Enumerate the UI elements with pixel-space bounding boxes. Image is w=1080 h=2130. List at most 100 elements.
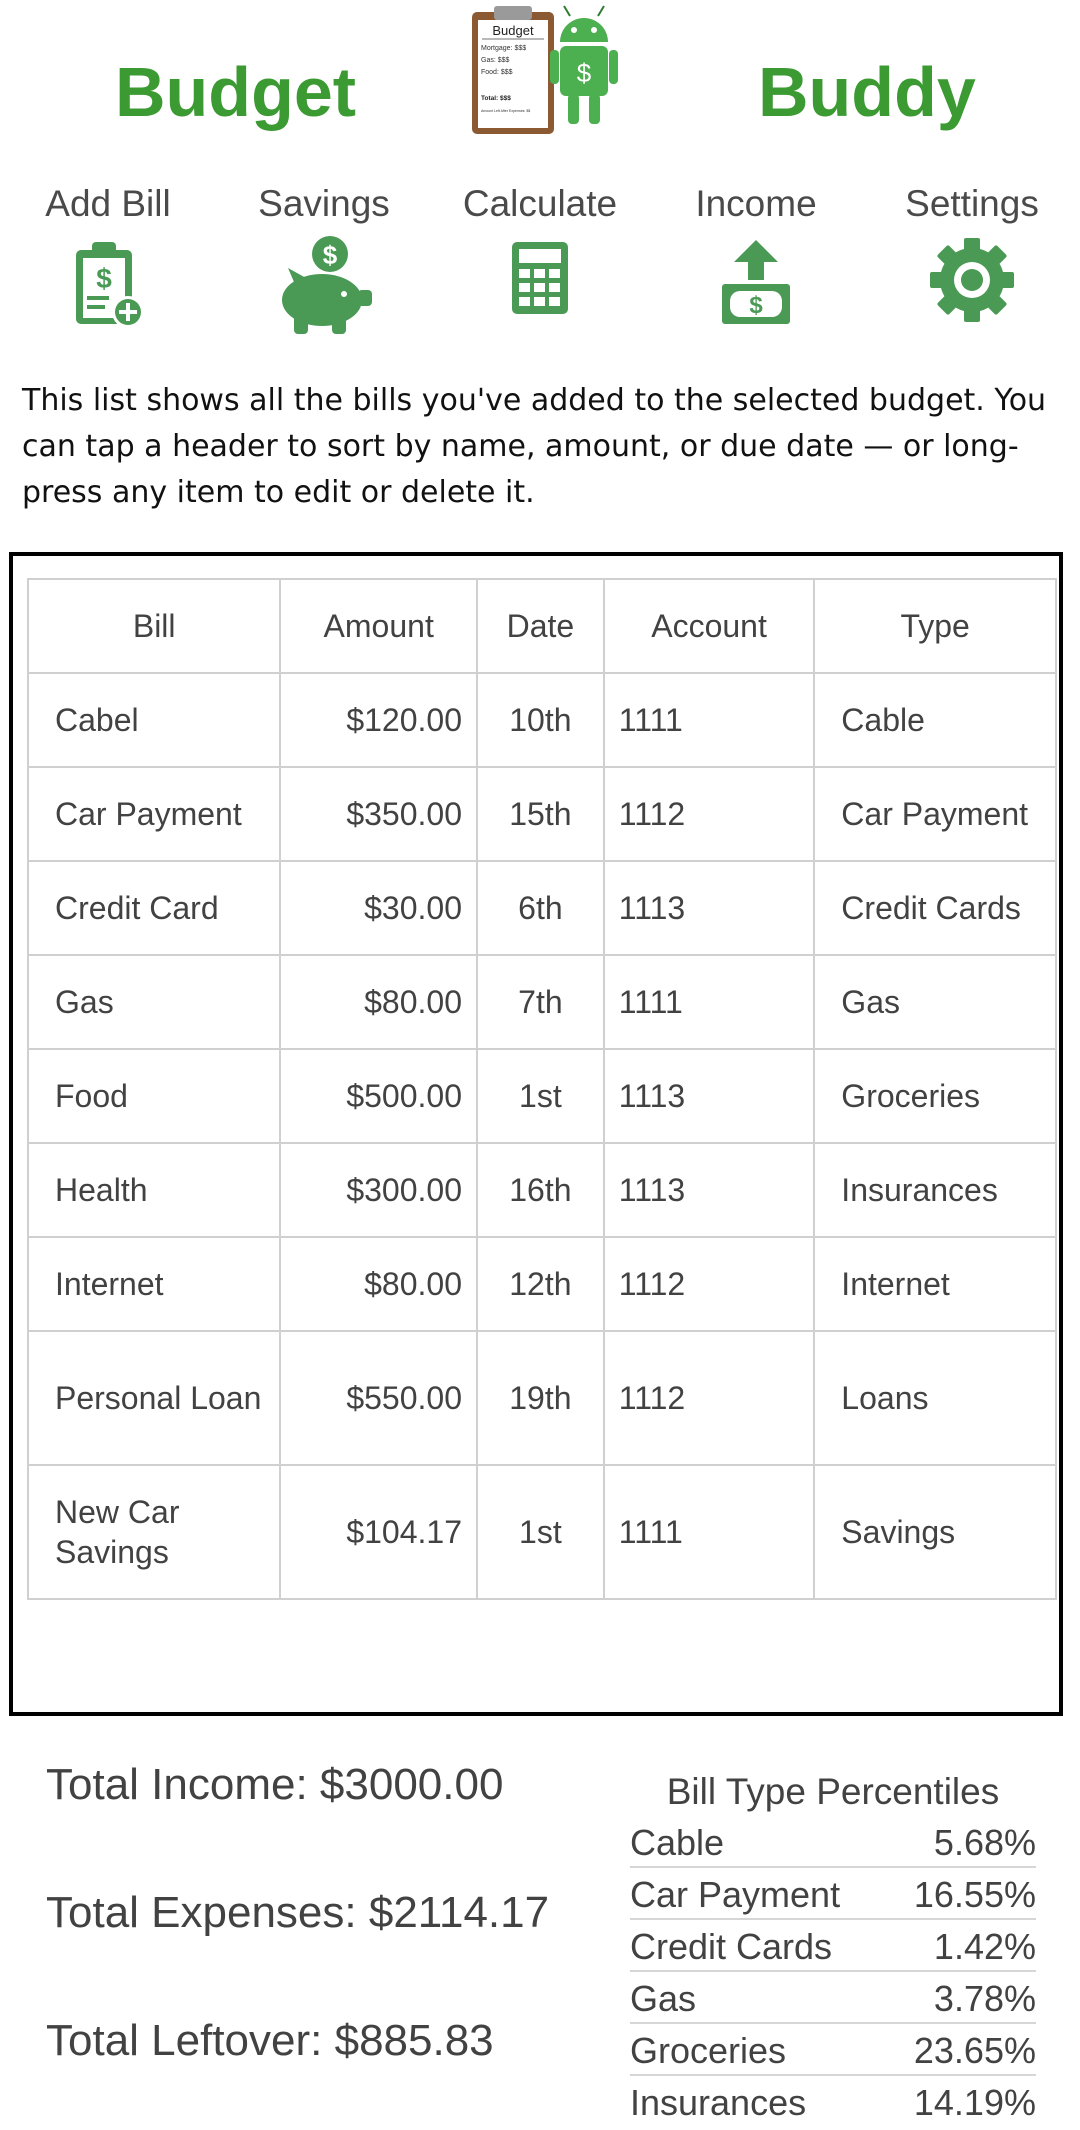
nav-calculate-label: Calculate xyxy=(462,183,618,224)
table-row[interactable]: Internet $80.00 12th 1112 Internet xyxy=(26,1236,1057,1332)
calculator-icon xyxy=(512,242,568,314)
income-icon: $ xyxy=(722,240,790,324)
percentile-value: 3.78% xyxy=(933,1978,1036,2019)
table-row[interactable]: Personal Loan $550.00 19th 1112 Loans xyxy=(26,1330,1057,1466)
cell-bill: Personal Loan xyxy=(26,1330,282,1466)
percentile-row: Car Payment 16.55% xyxy=(630,1868,1036,1920)
table-row[interactable]: Health $300.00 16th 1113 Insurances xyxy=(26,1142,1057,1238)
cell-date: 10th xyxy=(476,672,605,768)
cell-account: 1113 xyxy=(602,860,816,956)
percentile-type: Credit Cards xyxy=(630,1926,833,1967)
percentile-value: 23.65% xyxy=(913,2030,1036,2071)
percentile-value: 1.42% xyxy=(933,1926,1036,1967)
svg-text:$: $ xyxy=(749,292,763,319)
logo-total: Total: $$$ xyxy=(481,95,511,102)
cell-account: 1113 xyxy=(602,1142,816,1238)
cell-bill: Gas xyxy=(26,954,282,1050)
cell-account: 1111 xyxy=(602,1464,816,1600)
percentile-row: Gas 3.78% xyxy=(630,1972,1036,2024)
percentile-type: Insurances xyxy=(630,2082,807,2123)
percentile-type: Groceries xyxy=(630,2030,787,2071)
bills-table: Bill Amount Date Account Type Cabel $120… xyxy=(26,578,1057,1600)
cell-bill: New Car Savings xyxy=(26,1464,282,1600)
logo-line-1: Mortgage: $$$ xyxy=(481,45,526,52)
logo-line-2: Gas: $$$ xyxy=(481,57,510,64)
total-income: Total Income: $3000.00 xyxy=(46,1760,504,1809)
cell-date: 6th xyxy=(476,860,605,956)
cell-amount: $30.00 xyxy=(279,860,478,956)
cell-bill: Health xyxy=(26,1142,282,1238)
nav-income[interactable]: Income $ xyxy=(648,178,864,338)
cell-amount: $104.17 xyxy=(279,1464,478,1600)
cell-account: 1112 xyxy=(602,766,816,862)
percentile-row: Cable 5.68% xyxy=(630,1816,1036,1868)
cell-account: 1112 xyxy=(602,1236,816,1332)
table-row[interactable]: Credit Card $30.00 6th 1113 Credit Cards xyxy=(26,860,1057,956)
header-type[interactable]: Type xyxy=(813,578,1057,674)
header-bill[interactable]: Bill xyxy=(26,578,282,674)
cell-amount: $550.00 xyxy=(279,1330,478,1466)
cell-date: 1st xyxy=(476,1464,605,1600)
logo-line-3: Food: $$$ xyxy=(481,69,513,76)
cell-type: Internet xyxy=(813,1236,1057,1332)
nav-settings[interactable]: Settings xyxy=(864,178,1080,338)
cell-amount: $80.00 xyxy=(279,1236,478,1332)
piggy-bank-icon: $ xyxy=(282,236,372,334)
cell-type: Gas xyxy=(813,954,1057,1050)
cell-bill: Internet xyxy=(26,1236,282,1332)
cell-amount: $120.00 xyxy=(279,672,478,768)
cell-bill: Car Payment xyxy=(26,766,282,862)
cell-type: Groceries xyxy=(813,1048,1057,1144)
percentile-row: Groceries 23.65% xyxy=(630,2024,1036,2076)
header-account[interactable]: Account xyxy=(602,578,816,674)
nav-savings-label: Savings xyxy=(258,183,390,224)
cell-date: 15th xyxy=(476,766,605,862)
percentile-value: 14.19% xyxy=(913,2082,1036,2123)
table-row[interactable]: Car Payment $350.00 15th 1112 Car Paymen… xyxy=(26,766,1057,862)
table-row[interactable]: Food $500.00 1st 1113 Groceries xyxy=(26,1048,1057,1144)
cell-type: Loans xyxy=(813,1330,1057,1466)
cell-amount: $500.00 xyxy=(279,1048,478,1144)
table-row[interactable]: Gas $80.00 7th 1111 Gas xyxy=(26,954,1057,1050)
nav-savings[interactable]: Savings $ xyxy=(216,178,432,338)
svg-text:$: $ xyxy=(323,240,338,270)
bills-list-container[interactable]: Bill Amount Date Account Type Cabel $120… xyxy=(9,552,1063,1716)
percentile-type: Gas xyxy=(630,1978,697,2019)
percentile-row: Insurances 14.19% xyxy=(630,2076,1036,2128)
add-bill-icon: $ xyxy=(76,242,144,328)
cell-account: 1111 xyxy=(602,672,816,768)
brand-title-right: Buddy xyxy=(758,53,976,131)
cell-account: 1112 xyxy=(602,1330,816,1466)
header-amount[interactable]: Amount xyxy=(279,578,478,674)
cell-date: 7th xyxy=(476,954,605,1050)
total-expenses: Total Expenses: $2114.17 xyxy=(46,1888,550,1937)
percentile-row: Credit Cards 1.42% xyxy=(630,1920,1036,1972)
percentile-value: 16.55% xyxy=(913,1874,1036,1915)
cell-date: 12th xyxy=(476,1236,605,1332)
svg-text:$: $ xyxy=(96,263,112,294)
logo-footer: Amount Left After Expenses: $$ xyxy=(481,109,530,113)
cell-bill: Cabel xyxy=(26,672,282,768)
cell-account: 1113 xyxy=(602,1048,816,1144)
nav-calculate[interactable]: Calculate xyxy=(432,178,648,338)
cell-bill: Credit Card xyxy=(26,860,282,956)
cell-amount: $350.00 xyxy=(279,766,478,862)
cell-date: 1st xyxy=(476,1048,605,1144)
cell-type: Credit Cards xyxy=(813,860,1057,956)
cell-account: 1111 xyxy=(602,954,816,1050)
cell-amount: $80.00 xyxy=(279,954,478,1050)
nav-add-bill[interactable]: Add Bill $ xyxy=(0,178,216,338)
cell-type: Insurances xyxy=(813,1142,1057,1238)
percentile-type: Cable xyxy=(630,1822,725,1863)
brand-title-left: Budget xyxy=(115,53,357,131)
header-date[interactable]: Date xyxy=(476,578,605,674)
table-row[interactable]: New Car Savings $104.17 1st 1111 Savings xyxy=(26,1464,1057,1600)
logo-title: Budget xyxy=(492,23,534,38)
gear-icon xyxy=(930,238,1014,322)
app-logo: Budget Mortgage: $$$ Gas: $$$ Food: $$$ … xyxy=(472,5,618,134)
percentiles-title: Bill Type Percentiles xyxy=(666,1771,1000,1812)
cell-amount: $300.00 xyxy=(279,1142,478,1238)
total-leftover: Total Leftover: $885.83 xyxy=(46,2016,494,2065)
table-row[interactable]: Cabel $120.00 10th 1111 Cable xyxy=(26,672,1057,768)
nav-income-label: Income xyxy=(695,183,817,224)
